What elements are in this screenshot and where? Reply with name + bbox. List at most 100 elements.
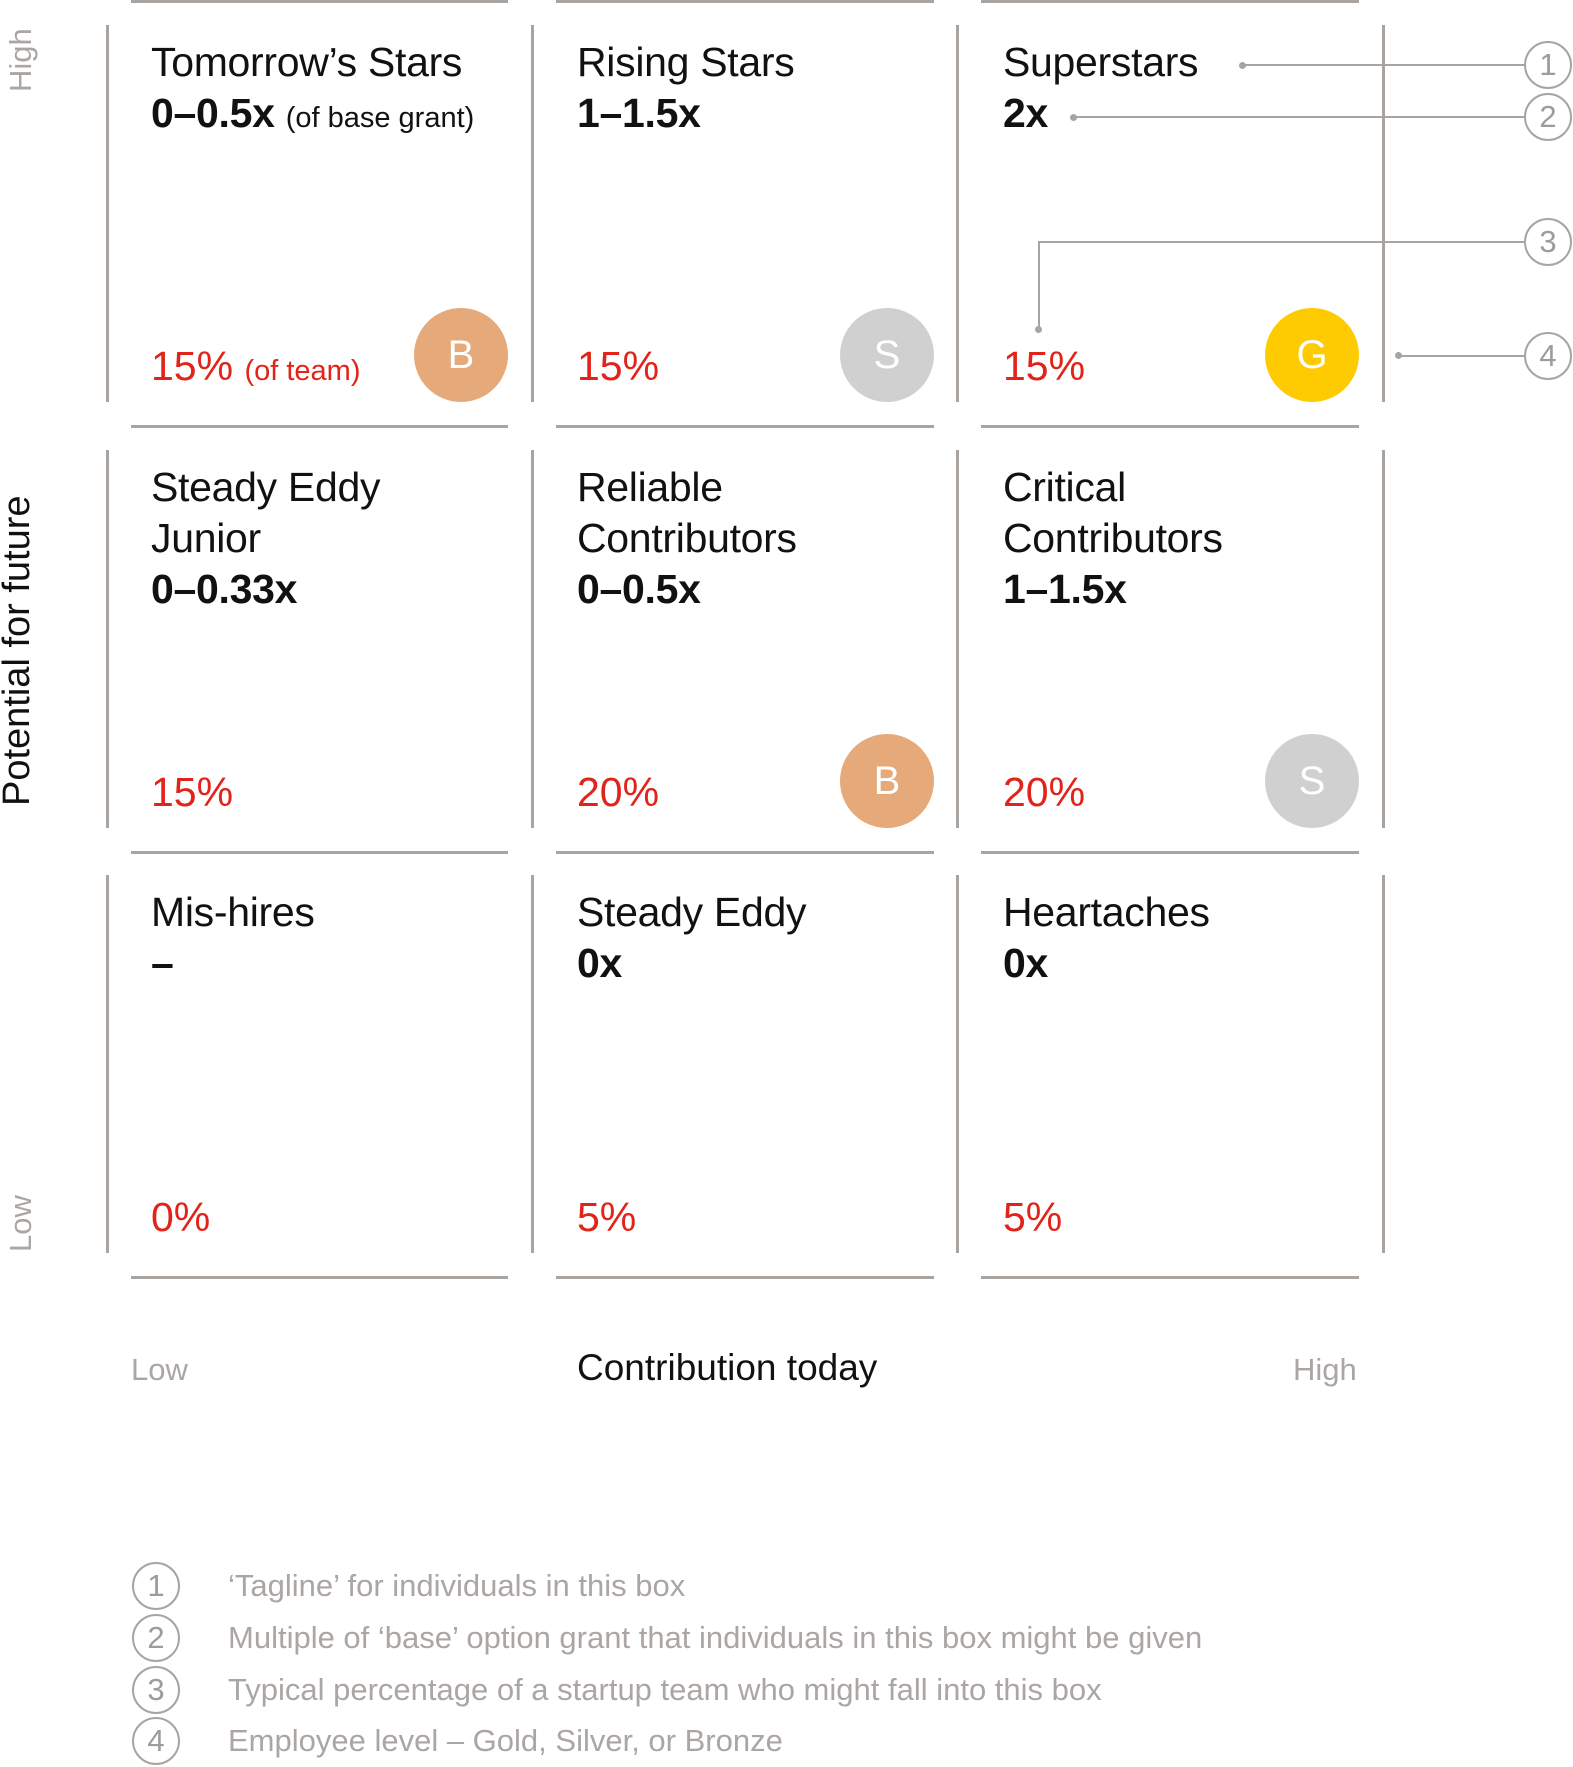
grid-horizontal-line [131,1276,508,1279]
grid-horizontal-line [981,0,1359,3]
cell-team-percentage: 5% [577,1193,636,1241]
cell-header: Superstars 2x [1003,37,1363,139]
grant-multiple-value: 1–1.5x [577,90,701,136]
grid-vertical-line [531,875,534,1253]
grid-vertical-line [531,25,534,402]
cell-header: Steady Eddy Junior 0–0.33x [151,462,511,615]
grant-multiple-value: 1–1.5x [1003,566,1127,612]
cell-team-percentage: 5% [1003,1193,1062,1241]
cell-tagline: Junior [151,515,261,561]
team-percentage-value: 15% [577,343,660,389]
grid-horizontal-line [556,1276,934,1279]
callout-3-anchor-dot [1035,326,1042,333]
cell-team-percentage: 15% (of team) [151,342,361,395]
grid-vertical-line [1382,875,1385,1253]
cell-tagline: Steady Eddy [151,464,381,510]
callout-3-leader-line-h [1038,241,1524,243]
cell-header: Mis-hires – [151,887,511,989]
grid-vertical-line [1382,450,1385,828]
grid-vertical-line [956,450,959,828]
y-axis-title: Potential for future [0,495,38,806]
cell-header: Heartaches 0x [1003,887,1363,989]
team-percentage-value: 0% [151,1194,211,1240]
grid-vertical-line [106,450,109,828]
employee-level-badge-bronze: B [840,734,934,828]
grid-vertical-line [956,25,959,402]
employee-level-badge-silver: S [1265,734,1359,828]
grant-multiple-value: 0–0.5x [151,90,275,136]
cell-grant-multiple: 1–1.5x [577,88,937,139]
employee-level-badge-bronze: B [414,308,508,402]
callout-2-leader-line [1073,116,1524,118]
grid-horizontal-line [131,425,508,428]
cell-tagline: Rising Stars [577,39,795,85]
cell-tagline: Contributors [1003,515,1223,561]
team-percentage-value: 15% [151,343,234,389]
cell-grant-multiple: 1–1.5x [1003,564,1363,615]
grid-horizontal-line [131,0,508,3]
team-percentage-value: 20% [1003,769,1086,815]
grant-multiple-value: 0x [1003,940,1049,986]
grant-multiple-value: 0–0.33x [151,566,298,612]
cell-grant-multiple: 0x [577,938,937,989]
team-percentage-value: 15% [151,769,234,815]
grid-vertical-line [106,25,109,402]
cell-tagline: Heartaches [1003,889,1210,935]
cell-tagline: Critical [1003,464,1126,510]
cell-header: Steady Eddy 0x [577,887,937,989]
cell-header: Critical Contributors 1–1.5x [1003,462,1363,615]
callout-4-leader-line [1398,355,1524,357]
callout-4-badge: 4 [1524,332,1572,380]
cell-team-percentage: 15% [1003,342,1085,390]
cell-grant-multiple: 0–0.5x (of base grant) [151,88,511,144]
legend-number-badge: 2 [132,1614,180,1662]
grid-vertical-line [106,875,109,1253]
x-axis-low-label: Low [131,1352,188,1387]
legend-text: Employee level – Gold, Silver, or Bronze [228,1723,783,1758]
cell-team-percentage: 20% [577,768,659,816]
cell-header: Reliable Contributors 0–0.5x [577,462,937,615]
grid-horizontal-line [981,851,1359,854]
grid-horizontal-line [131,851,508,854]
grid-vertical-line [1382,25,1385,402]
grid-vertical-line [956,875,959,1253]
grid-horizontal-line [556,425,934,428]
grid-horizontal-line [556,0,934,3]
grid-horizontal-line [556,851,934,854]
legend-text: ‘Tagline’ for individuals in this box [228,1568,686,1603]
callout-3-badge: 3 [1524,218,1572,266]
team-percentage-value: 15% [1003,343,1086,389]
cell-tagline: Tomorrow’s Stars [151,39,463,85]
callout-1-leader-line [1242,64,1524,66]
cell-grant-multiple: 0x [1003,938,1363,989]
grid-horizontal-line [981,425,1359,428]
cell-grant-multiple: – [151,938,511,989]
cell-tagline: Superstars [1003,39,1199,85]
employee-level-badge-gold: G [1265,308,1359,402]
x-axis-high-label: High [1293,1352,1357,1387]
y-axis-low-label: Low [3,1195,38,1252]
grid-horizontal-line [981,1276,1359,1279]
legend-number-badge: 4 [132,1717,180,1765]
cell-tagline: Steady Eddy [577,889,807,935]
team-percentage-value: 5% [1003,1194,1063,1240]
grant-multiple-value: 0x [577,940,623,986]
employee-level-badge-silver: S [840,308,934,402]
callout-3-leader-line-v [1038,241,1040,329]
legend-number-badge: 3 [132,1666,180,1714]
y-axis-high-label: High [3,28,38,92]
callout-2-badge: 2 [1524,93,1572,141]
grant-multiple-value: – [151,940,174,986]
cell-grant-multiple: 2x [1003,88,1363,139]
cell-team-percentage: 15% [577,342,659,390]
team-percentage-value: 5% [577,1194,637,1240]
cell-tagline: Mis-hires [151,889,315,935]
grid-vertical-line [531,450,534,828]
team-percentage-value: 20% [577,769,660,815]
legend-text: Multiple of ‘base’ option grant that ind… [228,1620,1203,1655]
x-axis-title: Contribution today [577,1347,878,1388]
cell-header: Tomorrow’s Stars 0–0.5x (of base grant) [151,37,511,144]
cell-header: Rising Stars 1–1.5x [577,37,937,139]
grant-multiple-value: 0–0.5x [577,566,701,612]
cell-grant-multiple: 0–0.33x [151,564,511,615]
